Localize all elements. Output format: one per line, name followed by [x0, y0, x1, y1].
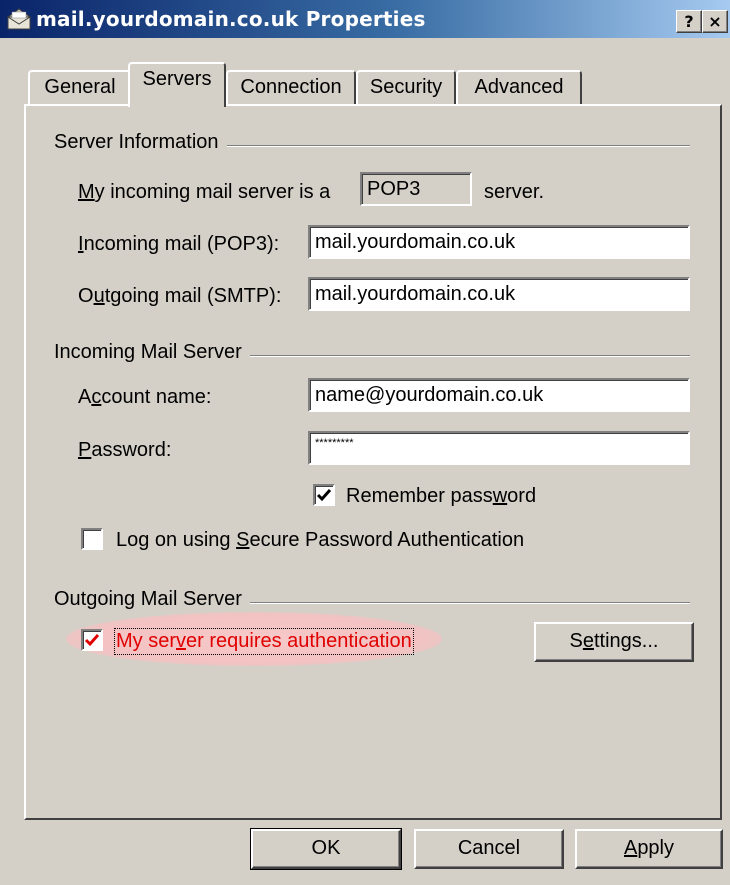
remember-password-checkbox[interactable]: [313, 484, 335, 506]
server-type-field: POP3: [360, 172, 472, 206]
tab-connection[interactable]: Connection: [226, 70, 356, 104]
incoming-server-type-label: My incoming mail server is a: [78, 181, 331, 203]
mail-account-icon: [6, 7, 32, 31]
close-button[interactable]: ×: [702, 10, 728, 33]
outgoing-mail-server-heading: Outgoing Mail Server: [54, 588, 250, 611]
help-button[interactable]: ?: [676, 10, 702, 33]
tab-advanced[interactable]: Advanced: [456, 70, 582, 104]
server-requires-auth-checkbox[interactable]: [81, 629, 103, 651]
account-name-label: Account name:: [78, 386, 212, 408]
secure-password-auth-label[interactable]: Log on using Secure Password Authenticat…: [116, 529, 524, 552]
settings-button[interactable]: Settings...: [534, 622, 694, 662]
cancel-button[interactable]: Cancel: [414, 829, 564, 869]
secure-password-auth-checkbox[interactable]: [81, 528, 103, 550]
checkmark-icon: [316, 489, 332, 502]
properties-dialog: mail.yourdomain.co.uk Properties ? × Gen…: [0, 0, 730, 885]
apply-button[interactable]: Apply: [575, 829, 723, 869]
password-input[interactable]: *********: [308, 431, 690, 465]
account-name-input[interactable]: name@yourdomain.co.uk: [308, 378, 690, 412]
server-information-heading: Server Information: [54, 131, 227, 154]
title-bar[interactable]: mail.yourdomain.co.uk Properties ? ×: [0, 0, 730, 38]
outgoing-mail-label: Outgoing mail (SMTP):: [78, 285, 282, 307]
server-requires-auth-label[interactable]: My server requires authentication: [114, 628, 414, 655]
incoming-mail-label: Incoming mail (POP3):: [78, 233, 280, 255]
ok-button[interactable]: OK: [250, 828, 402, 870]
outgoing-mail-input[interactable]: mail.yourdomain.co.uk: [308, 277, 690, 311]
tab-servers[interactable]: Servers: [128, 62, 226, 107]
password-label: Password:: [78, 439, 172, 461]
incoming-mail-input[interactable]: mail.yourdomain.co.uk: [308, 225, 690, 259]
tab-general[interactable]: General: [28, 70, 132, 104]
server-type-suffix: server.: [484, 181, 545, 203]
remember-password-label[interactable]: Remember password: [346, 485, 536, 508]
incoming-mail-server-heading: Incoming Mail Server: [54, 341, 250, 364]
tab-security[interactable]: Security: [356, 70, 456, 104]
checkmark-icon: [84, 634, 100, 647]
window-title: mail.yourdomain.co.uk Properties: [36, 7, 426, 31]
